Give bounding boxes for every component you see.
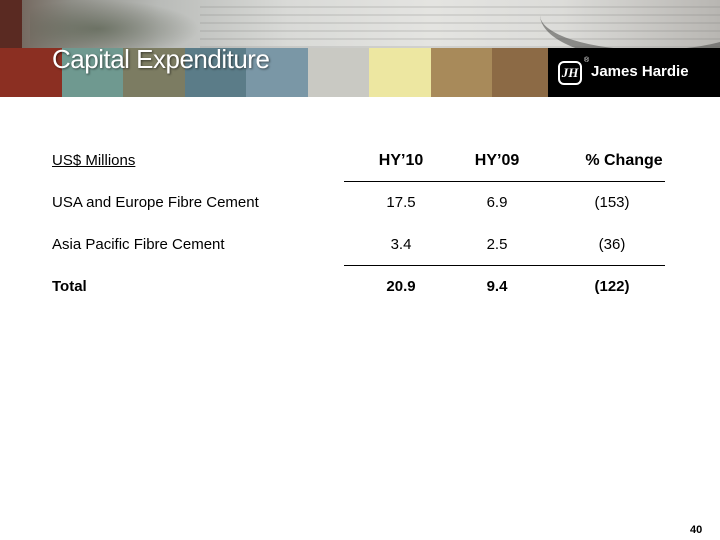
cell-change: (153) xyxy=(594,194,630,211)
color-swatch xyxy=(430,48,492,97)
company-logo: JH ® James Hardie xyxy=(548,48,720,97)
cell-change: (122) xyxy=(594,278,630,295)
table-row-total: Total 20.9 9.4 (122) xyxy=(52,274,666,302)
cell-hy09: 9.4 xyxy=(486,278,508,295)
column-header-units: US$ Millions xyxy=(52,152,136,169)
cell-hy10: 20.9 xyxy=(386,278,416,295)
cell-change: (36) xyxy=(598,236,626,253)
header-photo xyxy=(0,0,720,60)
page-title: Capital Expenditure xyxy=(52,44,270,74)
cell-hy09: 6.9 xyxy=(486,194,508,211)
cell-hy10: 17.5 xyxy=(386,194,416,211)
color-swatch xyxy=(492,48,554,97)
color-swatch xyxy=(369,48,431,97)
page-number: 40 xyxy=(690,524,703,536)
logo-text: James Hardie xyxy=(591,63,689,80)
photo-post xyxy=(0,0,22,48)
cell-hy10: 3.4 xyxy=(390,236,412,253)
cell-hy09: 2.5 xyxy=(486,236,508,253)
header-divider xyxy=(344,181,665,182)
header-banner: JH ® James Hardie Capital Expenditure xyxy=(0,0,720,97)
column-header-change: % Change xyxy=(585,152,663,169)
row-label: USA and Europe Fibre Cement xyxy=(52,194,259,211)
photo-plant xyxy=(30,0,200,48)
total-divider xyxy=(344,265,665,266)
logo-registered-mark: ® xyxy=(584,57,590,64)
table-row: Asia Pacific Fibre Cement 3.4 2.5 (36) xyxy=(52,232,666,260)
color-swatch xyxy=(307,48,369,97)
row-label: Asia Pacific Fibre Cement xyxy=(52,236,225,253)
logo-mark-icon: JH xyxy=(558,61,582,85)
table-row: USA and Europe Fibre Cement 17.5 6.9 (15… xyxy=(52,190,666,218)
column-header-hy10: HY’10 xyxy=(378,152,424,169)
column-header-hy09: HY’09 xyxy=(474,152,520,169)
row-label: Total xyxy=(52,278,87,295)
table-header-row: US$ Millions HY’10 HY’09 % Change xyxy=(52,148,666,176)
